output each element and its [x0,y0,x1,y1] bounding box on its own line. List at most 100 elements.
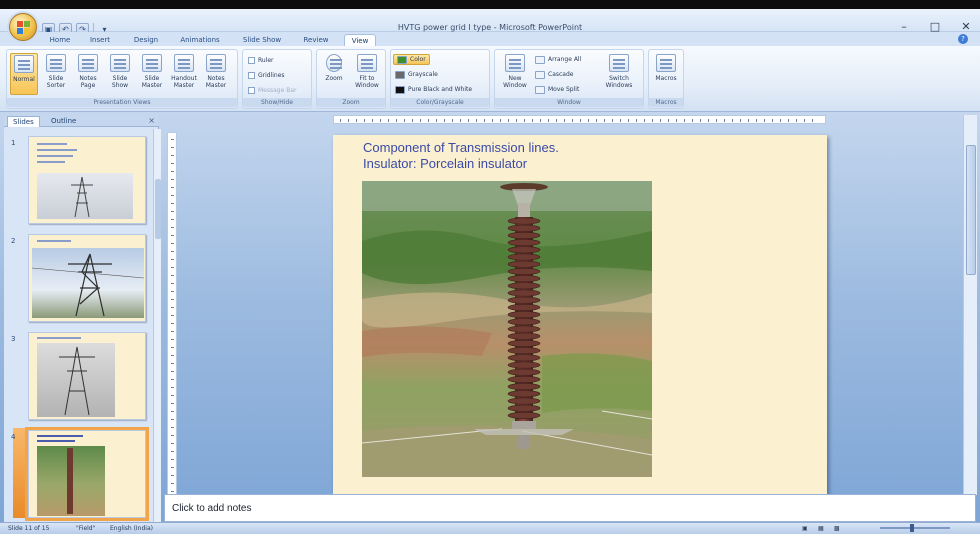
office-button[interactable] [9,13,37,41]
macros-button[interactable]: Macros [652,53,680,95]
tab-review[interactable]: Review [296,34,336,46]
notes-pane[interactable]: Click to add notes [164,494,976,522]
tab-animations[interactable]: Animations [172,34,228,46]
vertical-ruler[interactable] [167,132,177,497]
slide-thumbnail-3[interactable] [28,332,146,420]
ruler-tick [380,119,381,122]
notes-master-button[interactable]: Notes Master [202,53,230,95]
insulator-shed [507,253,541,261]
zoom-button[interactable]: Zoom [320,53,348,95]
ruler-tick [452,119,453,122]
color-button[interactable]: Color [393,54,430,65]
ruler-tick [572,119,573,122]
slide-sorter-button[interactable]: Slide Sorter [42,53,70,95]
slide-title[interactable]: Component of Transmission lines. Insulat… [363,140,559,172]
insulator-shed [507,282,541,290]
insulator-shed [507,375,541,383]
slide-sorter-status-icon[interactable]: ▦ [818,525,824,532]
tab-home[interactable]: Home [44,34,76,46]
handout-master-button[interactable]: Handout Master [170,53,198,95]
ruler-tick [171,403,174,404]
new-window-button[interactable]: New Window [498,53,532,95]
tab-outline[interactable]: Outline [46,116,81,127]
notes-placeholder: Click to add notes [172,503,252,514]
vertical-scrollbar[interactable] [963,115,977,495]
ruler-tick [476,119,477,122]
ruler-tick [468,119,469,122]
group-label-zoom: Zoom [317,98,385,107]
handout-master-label: Handout Master [171,75,197,89]
zoom-slider-thumb[interactable] [910,524,914,532]
ruler-tick [548,119,549,122]
tab-insert[interactable]: Insert [84,34,116,46]
insulator-shed [507,347,541,355]
slide-show-button[interactable]: Slide Show [106,53,134,95]
ruler-label: Ruler [258,57,274,64]
slide-title-line-2: Insulator: Porcelain insulator [363,156,528,171]
ribbon-view: Normal Slide Sorter Notes Page Slide Sho… [0,46,980,112]
notes-page-button[interactable]: Notes Page [74,53,102,95]
ruler-tick [171,139,174,140]
checkbox-icon [248,72,255,79]
ruler-tick [812,119,813,122]
ruler-tick [500,119,501,122]
cascade-button[interactable]: Cascade [535,69,573,80]
tab-view[interactable]: View [344,34,376,46]
ruler-tick [171,355,174,356]
ruler-tick [508,119,509,122]
vertical-scroll-thumb[interactable] [966,145,976,275]
pane-scrollbar[interactable] [153,129,161,524]
horizontal-ruler[interactable] [333,115,826,124]
tab-slide-show[interactable]: Slide Show [236,34,288,46]
insulator-shed [507,260,541,268]
pane-scroll-thumb[interactable] [155,179,161,239]
insulator-shed [507,303,541,311]
slide-master-button[interactable]: Slide Master [138,53,166,95]
thumb-text-line [37,155,73,157]
grayscale-button[interactable]: Grayscale [395,69,438,80]
help-icon[interactable]: ? [958,34,968,44]
ruler-tick [171,371,174,372]
insulator-shed [507,390,541,398]
ruler-tick [171,411,174,412]
message-bar-checkbox[interactable]: Message Bar [248,85,296,96]
thumb-text-line [37,337,81,339]
move-split-button[interactable]: Move Split [535,84,579,95]
tab-slides[interactable]: Slides [7,116,40,127]
slide-thumbnail-4[interactable] [25,427,149,521]
slide-thumbnail-2[interactable] [28,234,146,322]
ruler-tick [524,119,525,122]
fit-to-window-button[interactable]: Fit to Window [353,53,381,95]
ruler-tick [692,119,693,122]
ruler-tick [171,171,174,172]
ruler-tick [348,119,349,122]
slide-master-label: Slide Master [141,75,163,89]
insulator-shed [507,361,541,369]
tab-design[interactable]: Design [126,34,166,46]
insulator-shed [507,224,541,232]
slide-thumbnail-1[interactable] [28,136,146,224]
zoom-slider[interactable] [880,524,950,532]
theme-name: "Field" [76,525,96,532]
notes-master-icon [206,54,226,72]
language-indicator[interactable]: English (India) [110,525,153,532]
normal-view-status-icon[interactable]: ▣ [802,525,808,532]
slide-show-status-icon[interactable]: ▩ [834,525,840,532]
ruler-checkbox[interactable]: Ruler [248,55,274,66]
normal-view-button[interactable]: Normal [10,53,38,95]
thumb-insulator-photo [37,446,105,516]
thumb-text-line [37,143,67,145]
gridlines-checkbox[interactable]: Gridlines [248,70,285,81]
ruler-tick [716,119,717,122]
insulator-photo[interactable] [362,181,652,477]
close-pane-icon[interactable]: × [148,116,155,125]
slide-canvas[interactable]: Component of Transmission lines. Insulat… [333,135,827,495]
slide-title-line-1: Component of Transmission lines. [363,140,559,155]
ruler-tick [171,243,174,244]
switch-windows-button[interactable]: Switch Windows [599,53,639,95]
pure-black-white-button[interactable]: Pure Black and White [395,84,472,95]
arrange-all-button[interactable]: Arrange All [535,54,581,65]
ruler-tick [796,119,797,122]
ruler-tick [171,459,174,460]
thumb-text-line [37,161,65,163]
